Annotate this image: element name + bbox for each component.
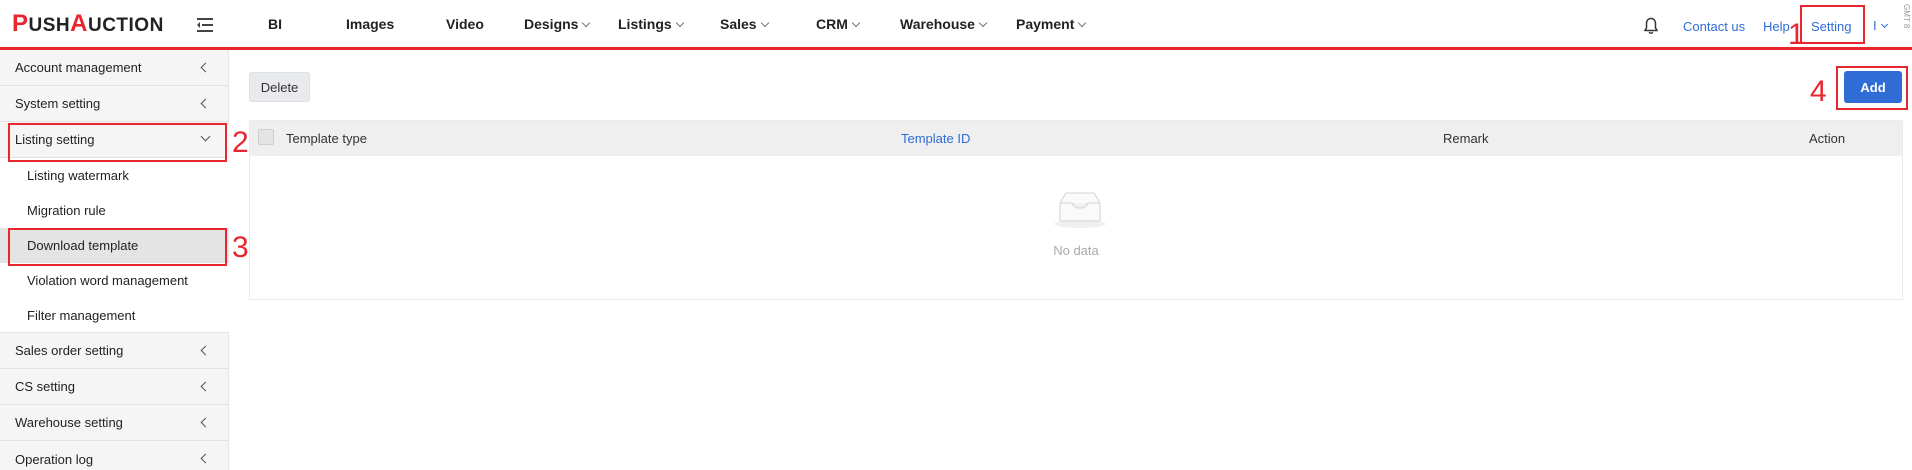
chevron-left-icon (200, 98, 211, 109)
column-action: Action (1809, 131, 1846, 146)
annotation-number-2: 2 (232, 126, 249, 159)
nav-warehouse[interactable]: Warehouse (900, 16, 988, 32)
sidebar-subitem-violation-word-management[interactable]: Violation word management (0, 263, 229, 298)
chevron-left-icon (200, 62, 211, 73)
chevron-down-icon (675, 18, 684, 28)
nav-payment[interactable]: Payment (1016, 16, 1087, 32)
sidebar-subitem-label: Filter management (27, 307, 136, 323)
delete-button[interactable]: Delete (249, 72, 310, 102)
nav-listings[interactable]: Listings (618, 16, 684, 32)
sidebar-item-label: Warehouse setting (15, 415, 123, 430)
sidebar-item-label: System setting (15, 96, 101, 111)
template-table: Template type Template ID Remark Action … (249, 120, 1903, 300)
nav-video[interactable]: Video (446, 16, 484, 32)
sidebar-item-label: Account management (15, 60, 142, 75)
logo-letter-p: P (12, 10, 29, 37)
annotation-number-1: 1 (1788, 18, 1805, 51)
nav-crm-label: CRM (816, 16, 848, 32)
nav-warehouse-label: Warehouse (900, 16, 975, 32)
sidebar-item-warehouse-setting[interactable]: Warehouse setting (0, 405, 229, 441)
sidebar-item-account-management[interactable]: Account management (0, 50, 229, 86)
contact-us-link[interactable]: Contact us (1683, 19, 1745, 34)
annotation-box-setting (1800, 5, 1865, 44)
annotation-number-3: 3 (232, 231, 249, 264)
nav-video-label: Video (446, 16, 484, 32)
timezone-note: GMT 8 (1902, 4, 1911, 29)
nav-bi[interactable]: BI (268, 16, 282, 32)
chevron-down-icon (760, 18, 769, 28)
sidebar-subitem-label: Migration rule (27, 203, 106, 218)
sidebar-subitem-migration-rule[interactable]: Migration rule (0, 193, 229, 228)
annotation-box-add (1836, 66, 1908, 110)
user-menu[interactable]: I (1873, 18, 1888, 33)
help-link[interactable]: Help (1763, 19, 1790, 34)
select-all-checkbox[interactable] (258, 129, 274, 145)
sidebar-item-operation-log[interactable]: Operation log (0, 441, 229, 470)
chevron-left-icon (200, 453, 211, 464)
annotation-box-listing-setting (8, 123, 227, 162)
logo-letter-a: A (70, 10, 88, 37)
pushauction-logo[interactable]: PUSHAUCTION (12, 11, 164, 40)
user-menu-label: I (1873, 18, 1877, 33)
table-header: Template type Template ID Remark Action (250, 121, 1902, 156)
empty-inbox-icon (1054, 192, 1106, 228)
sidebar-subitem-label: Violation word management (27, 273, 188, 288)
nav-listings-label: Listings (618, 16, 672, 32)
logo-text-ush: USH (28, 15, 71, 36)
sidebar-item-sales-order-setting[interactable]: Sales order setting (0, 333, 229, 369)
sidebar-item-system-setting[interactable]: System setting (0, 86, 229, 122)
sidebar-subitem-label: Listing watermark (27, 168, 129, 183)
sidebar-item-label: CS setting (15, 379, 75, 394)
nav-images[interactable]: Images (346, 16, 394, 32)
top-navbar: PUSHAUCTION BI Images Video Designs List… (0, 0, 1912, 50)
bell-icon[interactable] (1643, 17, 1659, 35)
annotation-box-download-template (8, 228, 227, 266)
chevron-left-icon (200, 417, 211, 428)
empty-state-text: No data (1053, 243, 1099, 258)
chevron-down-icon (978, 18, 988, 28)
chevron-left-icon (200, 381, 211, 392)
chevron-down-icon (851, 18, 861, 28)
sidebar-subitem-filter-management[interactable]: Filter management (0, 298, 229, 333)
sidebar-item-label: Operation log (15, 451, 94, 467)
nav-sales-label: Sales (720, 16, 757, 32)
nav-bi-label: BI (268, 16, 282, 32)
nav-sales[interactable]: Sales (720, 16, 769, 32)
sidebar-item-label: Sales order setting (15, 343, 124, 358)
chevron-down-icon (1880, 20, 1888, 29)
chevron-left-icon (200, 345, 211, 356)
chevron-down-icon (582, 18, 591, 28)
column-remark: Remark (1443, 131, 1489, 146)
nav-payment-label: Payment (1016, 16, 1075, 32)
sidebar-item-cs-setting[interactable]: CS setting (0, 369, 229, 405)
nav-designs[interactable]: Designs (524, 16, 591, 32)
nav-designs-label: Designs (524, 16, 579, 32)
annotation-number-4: 4 (1810, 75, 1827, 108)
logo-text-uction: UCTION (87, 15, 164, 36)
nav-images-label: Images (346, 16, 395, 32)
chevron-down-icon (1078, 18, 1087, 28)
sidebar-subitem-listing-watermark[interactable]: Listing watermark (0, 158, 229, 193)
menu-collapse-icon[interactable] (196, 16, 214, 34)
column-template-type: Template type (286, 131, 367, 146)
column-template-id[interactable]: Template ID (901, 131, 970, 146)
nav-crm[interactable]: CRM (816, 16, 861, 32)
